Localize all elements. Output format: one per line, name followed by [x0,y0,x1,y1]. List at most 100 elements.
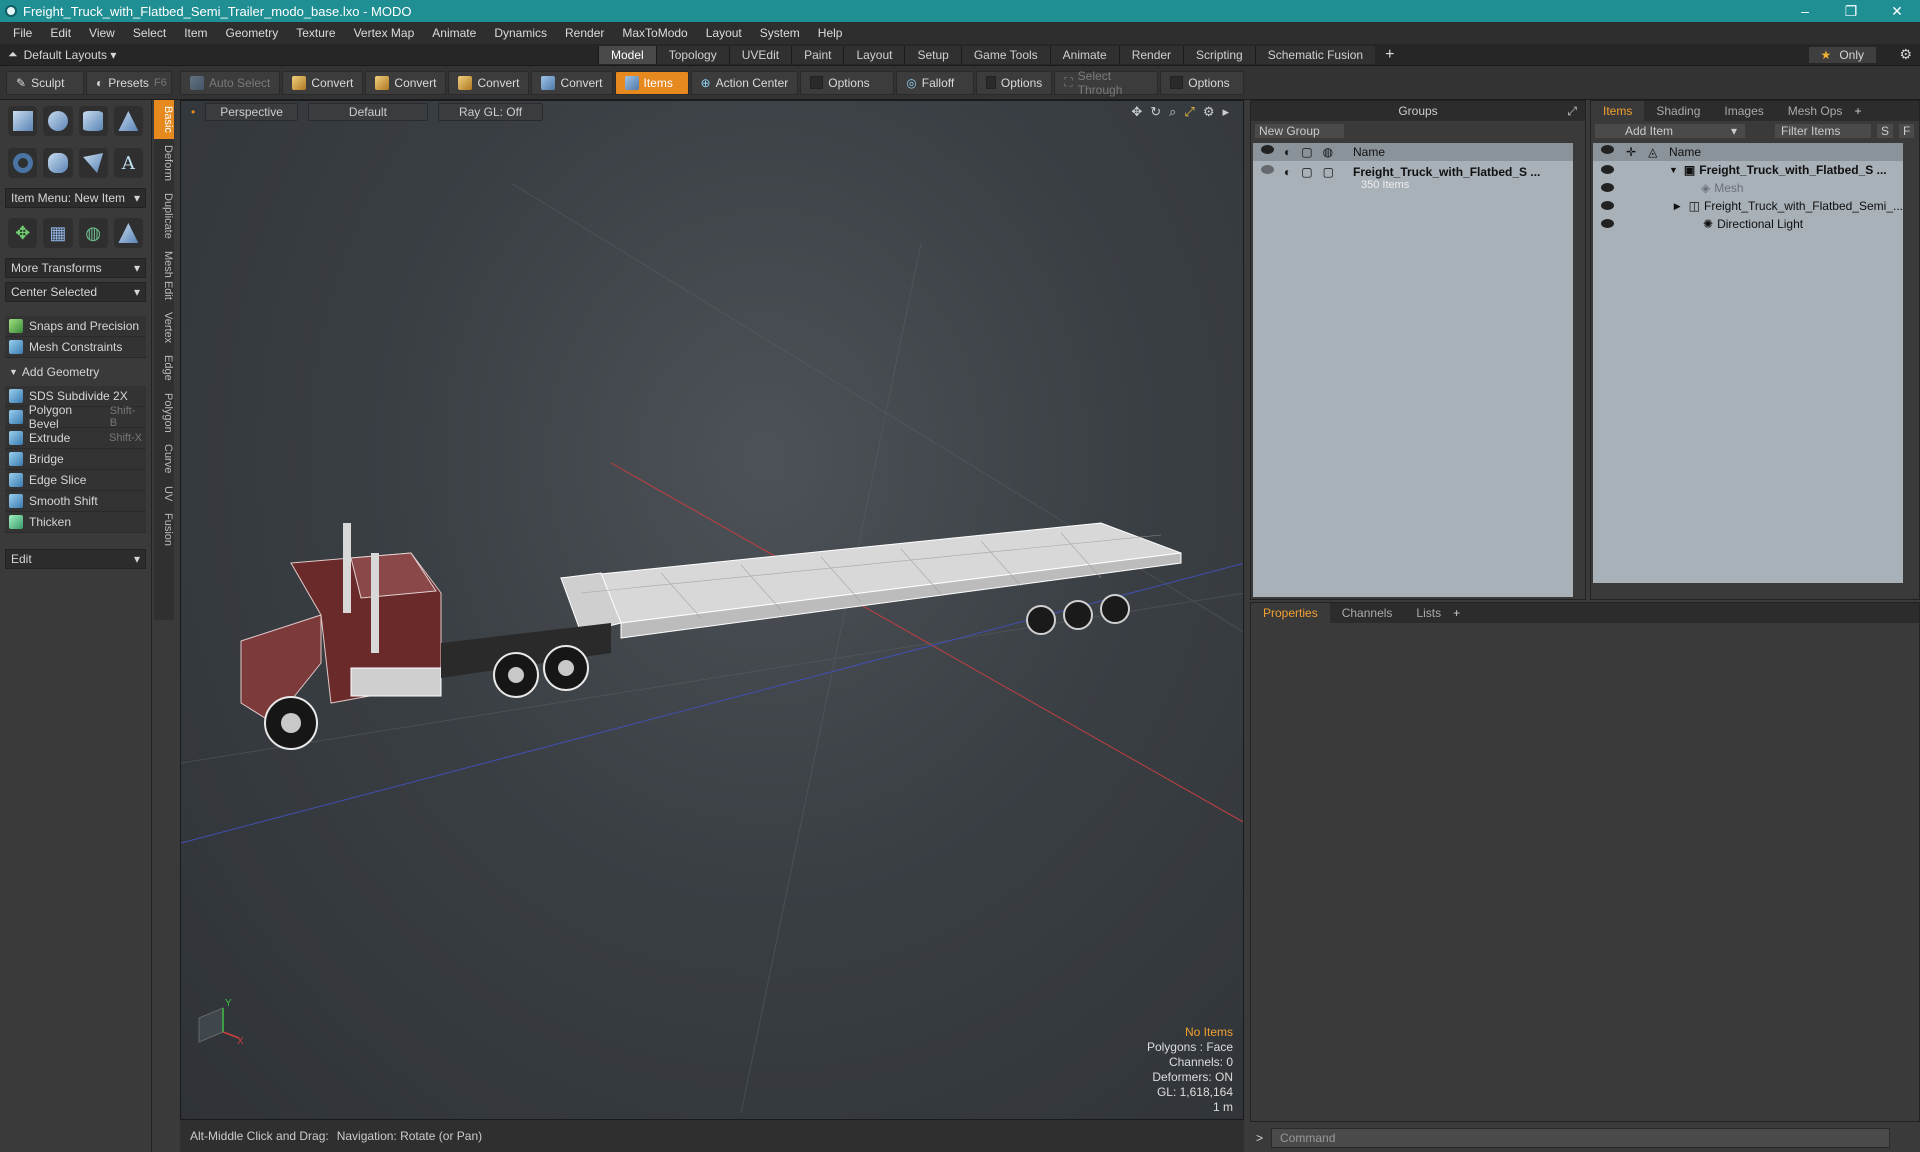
menu-edit[interactable]: Edit [41,26,80,40]
shading-default-button[interactable]: Default [307,103,428,121]
pyramid-icon[interactable] [113,218,143,248]
pin-icon[interactable]: ✛ [1626,145,1636,159]
add-tab-button[interactable]: + [1854,104,1861,118]
maximize-button[interactable]: ❐ [1828,3,1874,20]
tab-model[interactable]: Model [598,45,656,64]
select-through-button[interactable]: ⛶ Select Through [1054,69,1159,97]
sphere-primitive-icon[interactable] [43,106,73,136]
mesh-constraints-button[interactable]: Mesh Constraints [5,337,146,358]
item-menu-dropdown[interactable]: Item Menu: New Item ▾ [5,188,146,208]
edit-dropdown[interactable]: Edit ▾ [5,549,146,569]
item-row-group[interactable]: ▶ ◫ Freight_Truck_with_Flatbed_Semi_... [1593,197,1903,215]
expand-arrow-icon[interactable]: ▼ [1669,165,1678,175]
cylinder-primitive-icon[interactable] [78,106,108,136]
vtab-vertex[interactable]: Vertex [154,306,174,349]
visibility-icon[interactable] [1601,145,1614,154]
action-center-button[interactable]: ⊕ Action Center [690,70,799,95]
convert-vertices-button[interactable]: Convert [282,70,364,95]
snaps-precision-button[interactable]: Snaps and Precision [5,316,146,337]
visibility-icon[interactable] [1601,183,1614,192]
lock-icon[interactable]: ▢ [1301,145,1312,159]
items-mode-button[interactable]: Items [614,70,689,95]
tab-properties[interactable]: Properties [1251,603,1330,623]
pen-tool-icon[interactable] [78,148,108,178]
raygl-button[interactable]: Ray GL: Off [437,103,544,121]
torus-primitive-icon[interactable] [8,148,38,178]
menu-texture[interactable]: Texture [287,26,344,40]
menu-file[interactable]: File [4,26,41,40]
fit-icon[interactable]: ⤢ [1184,104,1194,120]
vtab-edge[interactable]: Edge [154,349,174,387]
add-item-dropdown[interactable]: Add Item ▾ [1595,124,1745,138]
pan-icon[interactable]: ✥ [1131,104,1142,120]
cone-primitive-icon[interactable] [113,106,143,136]
cube-primitive-icon[interactable] [8,106,38,136]
vtab-mesh-edit[interactable]: Mesh Edit [154,245,174,306]
text-tool-icon[interactable]: A [113,148,143,178]
menu-maxtomodo[interactable]: MaxToModo [613,26,696,40]
tab-layout[interactable]: Layout [843,45,905,64]
item-row-scene[interactable]: ▼ ▣ Freight_Truck_with_Flatbed_S ... [1593,161,1903,179]
vtab-fusion[interactable]: Fusion [154,507,174,552]
group-row[interactable]: ◐ ▢ ▢ Freight_Truck_with_Flatbed_S ... 3… [1253,161,1573,193]
default-layouts-dropdown[interactable]: Default Layouts ▾ [24,48,117,62]
zoom-icon[interactable]: ⌕ [1169,104,1176,120]
transform-icon[interactable]: ✥ [8,218,38,248]
minimize-button[interactable]: – [1782,3,1828,20]
tab-lists[interactable]: Lists [1404,603,1453,623]
tab-paint[interactable]: Paint [791,45,844,64]
grid-icon[interactable]: ▦ [43,218,73,248]
menu-geometry[interactable]: Geometry [217,26,288,40]
globe-icon[interactable]: ◍ [78,218,108,248]
menu-render[interactable]: Render [556,26,613,40]
menu-vertex-map[interactable]: Vertex Map [345,26,424,40]
tab-schematic-fusion[interactable]: Schematic Fusion [1254,45,1376,64]
convert-polygons-button[interactable]: Convert [448,70,530,95]
add-geometry-header[interactable]: ▼ Add Geometry [5,362,146,382]
menu-select[interactable]: Select [124,26,175,40]
falloff-button[interactable]: ◎ Falloff [896,70,975,95]
vtab-uv[interactable]: UV [154,480,174,507]
layout-arrow-icon[interactable]: ⏶ [8,47,18,62]
menu-view[interactable]: View [80,26,124,40]
select-options-button[interactable]: Options [1160,70,1245,95]
command-input[interactable]: Command [1271,1128,1890,1148]
new-group-button[interactable]: New Group [1255,124,1344,138]
tab-mesh-ops[interactable]: Mesh Ops [1776,101,1855,121]
add-tab-button[interactable]: + [1385,46,1394,64]
perspective-button[interactable]: Perspective [205,103,298,121]
menu-system[interactable]: System [751,26,809,40]
s-button[interactable]: S [1877,124,1894,138]
visibility-icon[interactable] [1261,145,1274,154]
f-button[interactable]: F [1899,124,1915,138]
gear-icon[interactable]: ⚙ [1899,46,1912,63]
tube-primitive-icon[interactable] [43,148,73,178]
smooth-shift-button[interactable]: Smooth Shift [5,491,146,512]
tab-game-tools[interactable]: Game Tools [960,45,1050,64]
only-button[interactable]: ★ Only [1808,46,1876,63]
tab-render[interactable]: Render [1118,45,1184,64]
rotate-icon[interactable]: ↻ [1150,104,1161,120]
visibility-icon[interactable] [1601,165,1614,174]
falloff-options-button[interactable]: Options [976,70,1053,95]
thicken-button[interactable]: Thicken [5,512,146,533]
tab-topology[interactable]: Topology [655,45,729,64]
bridge-button[interactable]: Bridge [5,449,146,470]
polygon-bevel-button[interactable]: Polygon Bevel Shift-B [5,403,146,431]
tab-animate[interactable]: Animate [1049,45,1119,64]
extrude-button[interactable]: Extrude Shift-X [5,428,146,449]
render-icon[interactable]: ◐ [1284,145,1291,159]
convert-materials-button[interactable]: Convert [531,70,613,95]
menu-layout[interactable]: Layout [697,26,751,40]
action-center-options-button[interactable]: Options [800,70,895,95]
convert-edges-button[interactable]: Convert [365,70,447,95]
menu-animate[interactable]: Animate [423,26,485,40]
render-icon[interactable]: ◐ [1284,165,1291,179]
select-icon[interactable]: ▢ [1323,165,1334,179]
close-button[interactable]: ✕ [1874,3,1920,20]
select-icon[interactable]: ◍ [1323,145,1333,159]
vtab-curve[interactable]: Curve [154,438,174,479]
vtab-deform[interactable]: Deform [154,139,174,187]
menu-help[interactable]: Help [809,26,852,40]
viewport-menu-icon[interactable]: ▸ [1222,104,1229,120]
